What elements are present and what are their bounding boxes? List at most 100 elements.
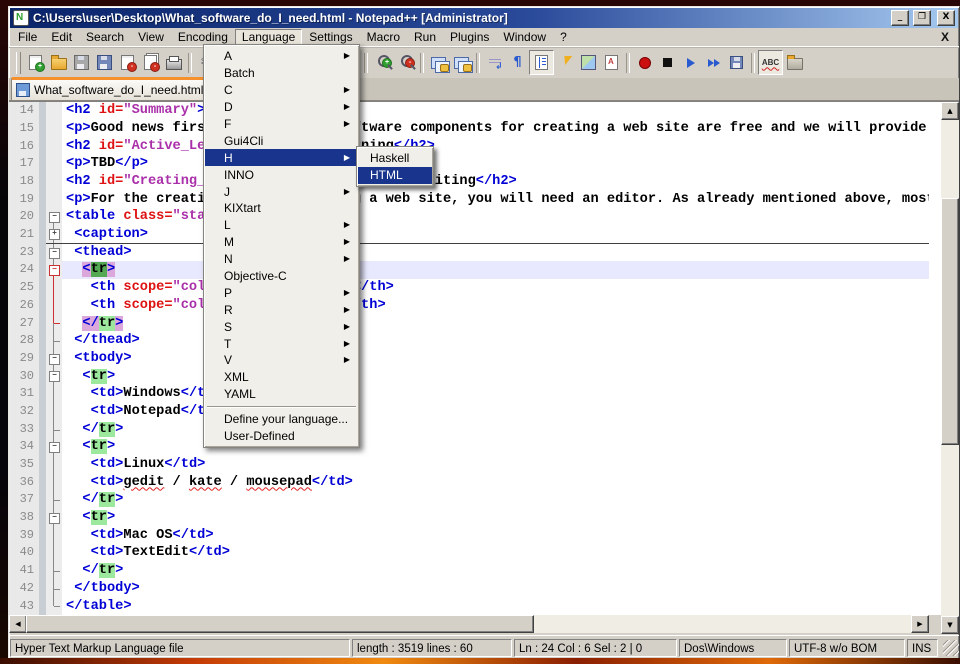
code-line-19[interactable]: 19<p>For the creation and maintaining a … — [9, 191, 929, 209]
sync-horizontal-scroll-icon[interactable] — [450, 51, 473, 74]
open-file-icon[interactable] — [47, 51, 70, 74]
fold-collapse-icon[interactable]: − — [49, 442, 60, 453]
horizontal-scroll-thumb[interactable] — [26, 615, 534, 633]
language-menu-item-define-your-language-[interactable]: Define your language... — [205, 411, 358, 428]
print-icon[interactable] — [162, 51, 185, 74]
code-line-37[interactable]: 37 </tr> — [9, 491, 929, 509]
code-text[interactable]: <td>Linux</td> — [62, 456, 929, 474]
fold-collapse-icon[interactable]: − — [49, 248, 60, 259]
code-line-15[interactable]: 15<p>Good news first: Most of the softwa… — [9, 120, 929, 138]
bookmark-margin[interactable] — [39, 403, 46, 421]
code-text[interactable]: </tbody> — [62, 580, 929, 598]
fold-margin[interactable]: − — [46, 368, 62, 386]
language-submenu-item-html[interactable]: HTML — [358, 167, 432, 185]
language-menu-item-yaml[interactable]: YAML — [205, 386, 358, 403]
horizontal-scrollbar[interactable]: ◀ ▶ — [9, 615, 929, 633]
code-line-14[interactable]: 14<h2 id="Summary">Summary</h2> — [9, 102, 929, 120]
fold-margin[interactable]: − — [46, 208, 62, 226]
scroll-up-button[interactable]: ▲ — [941, 102, 959, 120]
language-menu-item-xml[interactable]: XML — [205, 369, 358, 386]
code-text[interactable]: <p>Good news first: Most of the software… — [62, 120, 929, 138]
code-text[interactable]: <thead> — [62, 244, 929, 262]
language-menu-item-t[interactable]: T▶ — [205, 335, 358, 352]
folder-as-workspace-icon[interactable] — [783, 51, 806, 74]
resize-grip[interactable] — [943, 640, 959, 656]
code-text[interactable]: <h2 id="Active_Learning">Active Learning… — [62, 138, 929, 156]
code-text[interactable]: <p>TBD</p> — [62, 155, 929, 173]
bookmark-margin[interactable] — [39, 474, 46, 492]
code-text[interactable]: <tr> — [62, 438, 929, 456]
bookmark-margin[interactable] — [39, 297, 46, 315]
code-line-28[interactable]: 28 </thead> — [9, 332, 929, 350]
code-text[interactable]: <td>TextEdit</td> — [62, 544, 929, 562]
macro-run-multiple-icon[interactable] — [702, 51, 725, 74]
fold-margin[interactable] — [46, 173, 62, 191]
document-map-icon[interactable] — [577, 51, 600, 74]
code-text[interactable]: <tr> — [62, 509, 929, 527]
code-line-29[interactable]: 29− <tbody> — [9, 350, 929, 368]
language-menu-item-inno[interactable]: INNO — [205, 166, 358, 183]
code-line-33[interactable]: 33 </tr> — [9, 421, 929, 439]
macro-play-icon[interactable] — [679, 51, 702, 74]
scroll-left-button[interactable]: ◀ — [9, 615, 27, 633]
language-menu-item-gui4cli[interactable]: Gui4Cli — [205, 132, 358, 149]
menubar-item-edit[interactable]: Edit — [44, 29, 79, 45]
code-line-36[interactable]: 36 <td>gedit / kate / mousepad</td> — [9, 474, 929, 492]
bookmark-margin[interactable] — [39, 421, 46, 439]
fold-margin[interactable]: − — [46, 244, 62, 262]
code-text[interactable]: <tr> — [62, 368, 929, 386]
language-menu-item-h[interactable]: H▶ — [205, 149, 358, 166]
bookmark-margin[interactable] — [39, 598, 46, 616]
code-line-32[interactable]: 32 <td>Notepad</td> — [9, 403, 929, 421]
fold-margin[interactable]: − — [46, 509, 62, 527]
menubar-item-search[interactable]: Search — [79, 29, 131, 45]
scroll-right-button[interactable]: ▶ — [911, 615, 929, 633]
bookmark-margin[interactable] — [39, 120, 46, 138]
code-line-21[interactable]: 21+ <caption> — [9, 226, 929, 244]
code-text[interactable]: <td>gedit / kate / mousepad</td> — [62, 474, 929, 492]
menubar-item-run[interactable]: Run — [407, 29, 443, 45]
fold-margin[interactable] — [46, 544, 62, 562]
bookmark-margin[interactable] — [39, 102, 46, 120]
code-line-34[interactable]: 34− <tr> — [9, 438, 929, 456]
fold-margin[interactable] — [46, 155, 62, 173]
language-menu-item-kixtart[interactable]: KIXtart — [205, 200, 358, 217]
zoom-out-icon[interactable]: - — [394, 51, 417, 74]
toolbar-grip[interactable] — [16, 52, 21, 74]
bookmark-margin[interactable] — [39, 456, 46, 474]
bookmark-margin[interactable] — [39, 226, 46, 244]
fold-margin[interactable] — [46, 403, 62, 421]
fold-margin[interactable] — [46, 102, 62, 120]
fold-collapse-icon[interactable]: − — [49, 354, 60, 365]
sync-vertical-scroll-icon[interactable] — [427, 51, 450, 74]
code-line-31[interactable]: 31 <td>Windows</td> — [9, 385, 929, 403]
code-text[interactable]: </tr> — [62, 421, 929, 439]
function-list-icon[interactable] — [554, 51, 577, 74]
zoom-in-icon[interactable]: + — [371, 51, 394, 74]
code-text[interactable]: </table> — [62, 598, 929, 616]
fold-collapse-icon[interactable]: − — [49, 212, 60, 223]
bookmark-margin[interactable] — [39, 350, 46, 368]
bookmark-margin[interactable] — [39, 279, 46, 297]
language-menu-item-n[interactable]: N▶ — [205, 251, 358, 268]
code-line-20[interactable]: 20−<table class="standard"> — [9, 208, 929, 226]
show-all-characters-icon[interactable]: ¶ — [506, 51, 529, 74]
bookmark-margin[interactable] — [39, 491, 46, 509]
bookmark-margin[interactable] — [39, 438, 46, 456]
fold-margin[interactable] — [46, 332, 62, 350]
code-text[interactable]: <td>Notepad</td> — [62, 403, 929, 421]
code-line-43[interactable]: 43</table> — [9, 598, 929, 616]
language-menu-item-batch[interactable]: Batch — [205, 65, 358, 82]
menubar-item-settings[interactable]: Settings — [302, 29, 359, 45]
language-menu-item-s[interactable]: S▶ — [205, 318, 358, 335]
code-text[interactable]: <p>For the creation and maintaining a we… — [62, 191, 929, 209]
bookmark-margin[interactable] — [39, 173, 46, 191]
bookmark-margin[interactable] — [39, 527, 46, 545]
fold-margin[interactable] — [46, 456, 62, 474]
code-text[interactable]: </thead> — [62, 332, 929, 350]
language-menu-item-j[interactable]: J▶ — [205, 183, 358, 200]
code-line-24[interactable]: 24− <tr> — [9, 261, 929, 279]
bookmark-margin[interactable] — [39, 368, 46, 386]
language-submenu-item-haskell[interactable]: Haskell — [358, 149, 432, 167]
code-line-41[interactable]: 41 </tr> — [9, 562, 929, 580]
